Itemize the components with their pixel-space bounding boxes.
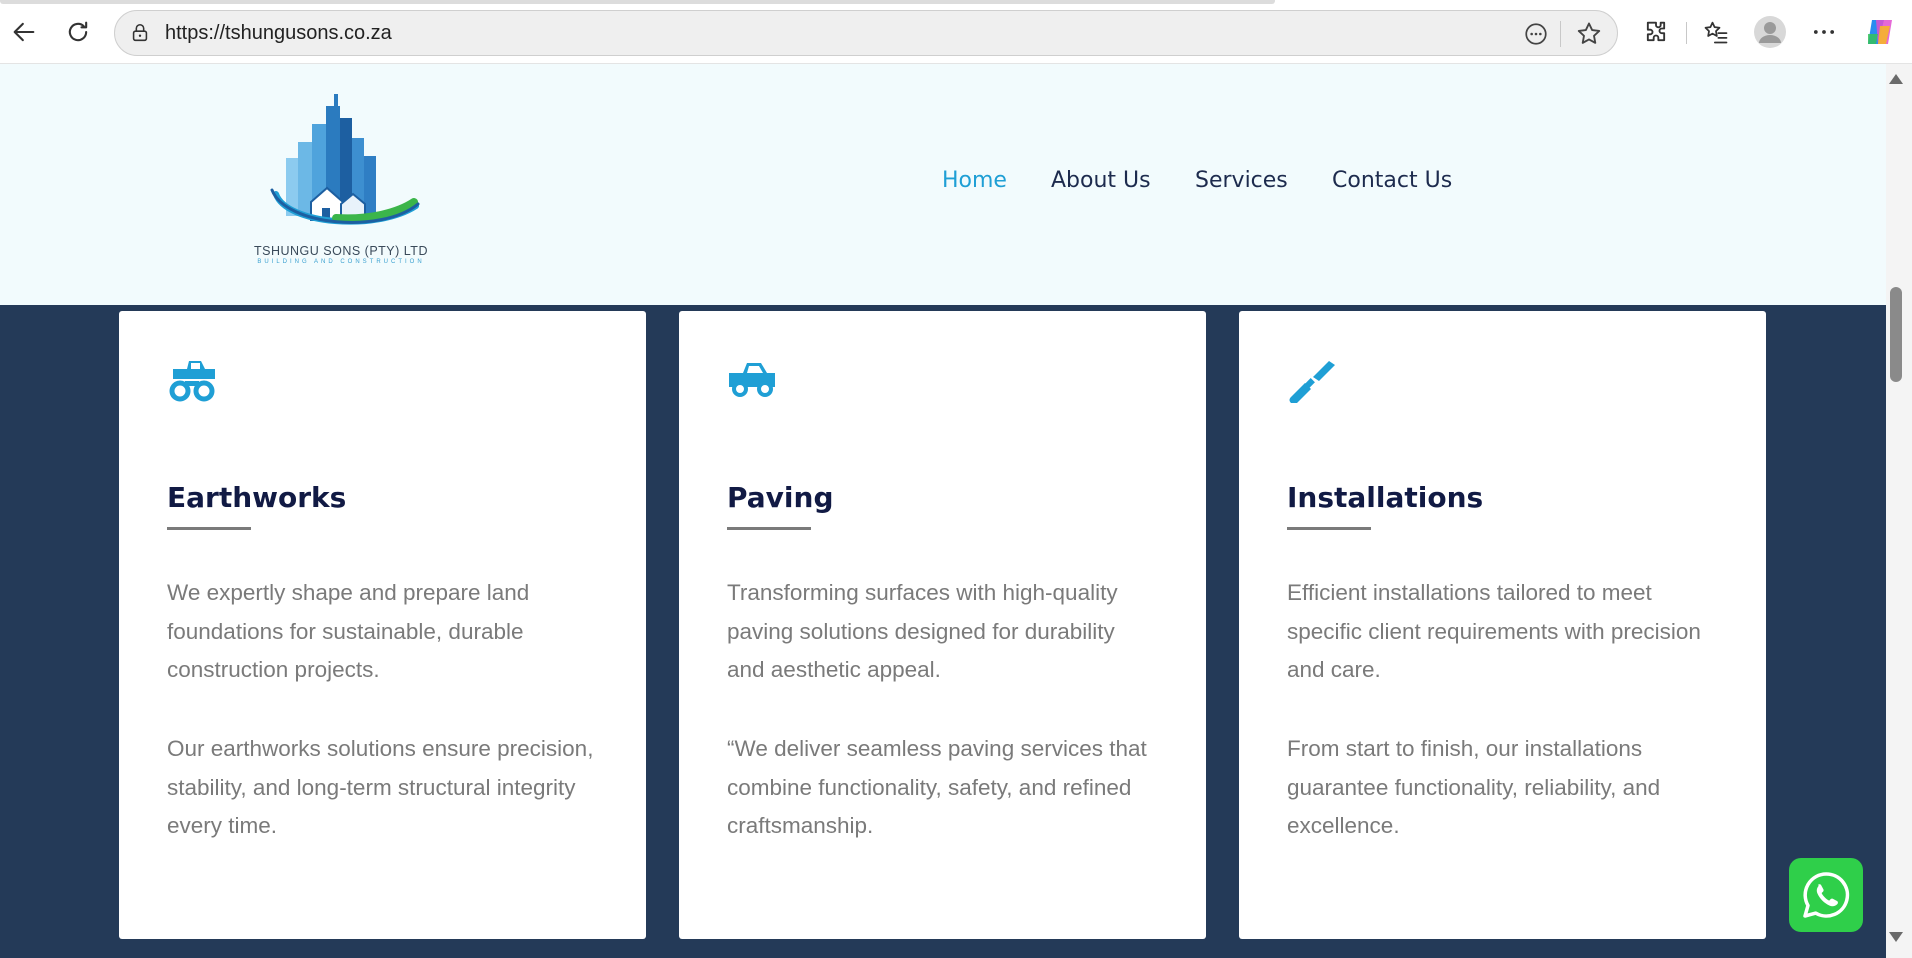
- url-text[interactable]: https://tshungusons.co.za: [165, 11, 392, 55]
- nav-item-about-us[interactable]: About Us: [1051, 168, 1151, 193]
- reload-button[interactable]: [60, 14, 96, 50]
- monster-truck-icon: [169, 361, 215, 402]
- nav-item-contact-us[interactable]: Contact Us: [1332, 168, 1452, 193]
- service-title: Installations: [1287, 481, 1484, 514]
- logo-company-name: TSHUNGU SONS (PTY) LTD: [254, 244, 428, 258]
- profile-button[interactable]: [1752, 14, 1788, 50]
- address-bar[interactable]: https://tshungusons.co.za: [114, 10, 1618, 56]
- service-card-installations: Installations Efficient installations ta…: [1239, 311, 1766, 939]
- nav-item-home[interactable]: Home: [942, 168, 1007, 193]
- scroll-up-arrow-icon[interactable]: [1889, 74, 1903, 84]
- service-details: “We deliver seamless paving services tha…: [727, 736, 1147, 838]
- service-title: Earthworks: [167, 481, 347, 514]
- whatsapp-icon: [1803, 872, 1850, 918]
- truck-pickup-icon: [729, 363, 775, 397]
- title-divider: [1287, 527, 1371, 530]
- toolbar-separator: [1686, 22, 1687, 44]
- lock-icon[interactable]: [129, 22, 151, 44]
- service-description: Transforming surfaces with high-quality …: [727, 580, 1118, 682]
- scroll-down-arrow-icon[interactable]: [1889, 932, 1903, 942]
- arrow-left-icon: [13, 22, 35, 42]
- city-skyline-logo-icon: [270, 94, 420, 225]
- company-logo[interactable]: TSHUNGU SONS (PTY) LTD BUILDING AND CONS…: [236, 94, 446, 269]
- services-section: Earthworks We expertly shape and prepare…: [0, 305, 1886, 958]
- logo-tagline: BUILDING AND CONSTRUCTION: [257, 259, 425, 265]
- site-header: TSHUNGU SONS (PTY) LTD BUILDING AND CONS…: [0, 64, 1886, 305]
- service-title: Paving: [727, 481, 834, 514]
- service-details: From start to finish, our installations …: [1287, 736, 1661, 838]
- tab-strip: [0, 0, 1275, 4]
- back-button[interactable]: [6, 14, 42, 50]
- browser-toolbar: https://tshungusons.co.za: [0, 0, 1912, 64]
- reload-icon: [68, 21, 88, 42]
- address-separator: [1560, 21, 1561, 47]
- title-divider: [727, 527, 811, 530]
- more-options-circle-icon[interactable]: [1523, 21, 1549, 47]
- copilot-icon: [1868, 20, 1892, 44]
- favorite-star-icon[interactable]: [1575, 20, 1603, 48]
- screwdriver-icon: [1289, 361, 1335, 403]
- website-viewport: TSHUNGU SONS (PTY) LTD BUILDING AND CONS…: [0, 64, 1886, 958]
- whatsapp-chat-button[interactable]: [1789, 858, 1863, 932]
- title-divider: [167, 527, 251, 530]
- service-details: Our earthworks solutions ensure precisio…: [167, 736, 594, 838]
- ellipsis-icon: [1813, 30, 1835, 34]
- nav-item-services[interactable]: Services: [1195, 168, 1288, 193]
- service-card-earthworks: Earthworks We expertly shape and prepare…: [119, 311, 646, 939]
- avatar-icon: [1754, 16, 1786, 48]
- favorites-button[interactable]: [1698, 14, 1734, 50]
- extensions-button[interactable]: [1638, 14, 1674, 50]
- copilot-button[interactable]: [1862, 14, 1898, 50]
- service-description: Efficient installations tailored to meet…: [1287, 580, 1701, 682]
- service-description: We expertly shape and prepare land found…: [167, 580, 530, 682]
- puzzle-icon: [1646, 21, 1666, 42]
- settings-more-button[interactable]: [1806, 14, 1842, 50]
- scrollbar-thumb[interactable]: [1890, 287, 1902, 382]
- page-scrollbar[interactable]: [1886, 64, 1912, 958]
- favorites-list-icon: [1704, 21, 1728, 44]
- service-card-paving: Paving Transforming surfaces with high-q…: [679, 311, 1206, 939]
